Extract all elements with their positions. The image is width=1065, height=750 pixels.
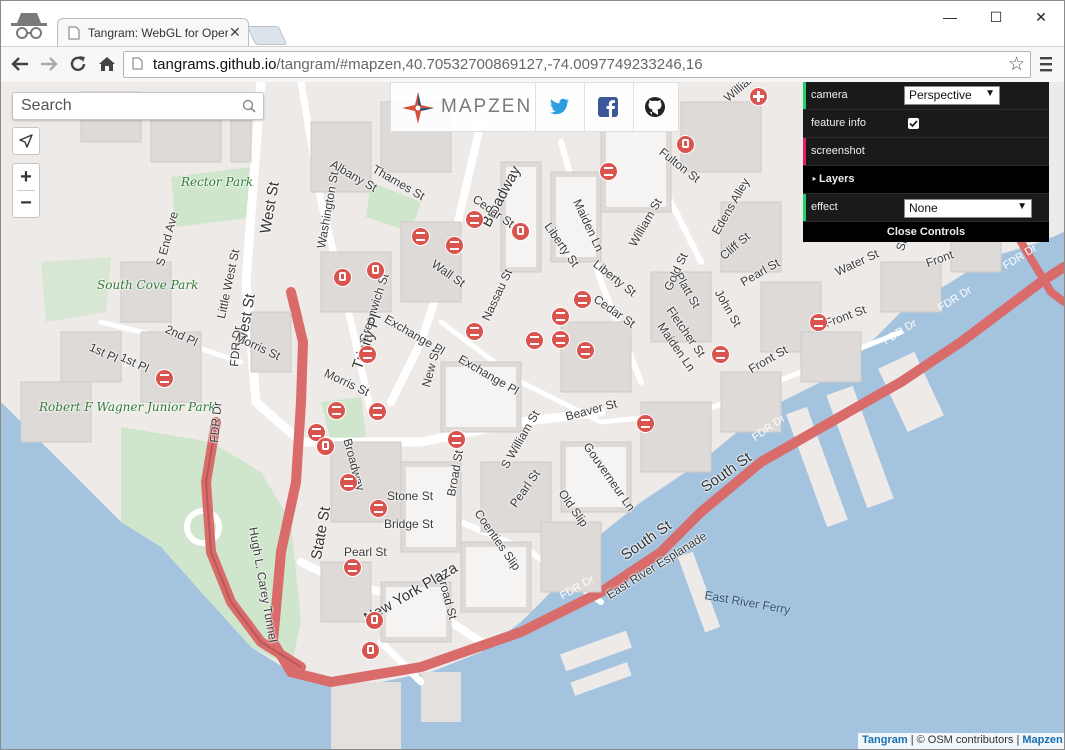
- museum-marker[interactable]: [369, 499, 388, 518]
- menu-icon[interactable]: [1039, 55, 1053, 73]
- browser-window: Tangram: WebGL for Oper ✕ — ☐ ✕ tangrams…: [0, 0, 1065, 750]
- title-bar: Tangram: WebGL for Oper ✕ — ☐ ✕: [1, 1, 1064, 47]
- subway-marker[interactable]: [361, 641, 380, 660]
- effect-row: effect None ▼: [803, 194, 1049, 222]
- museum-marker[interactable]: [711, 345, 730, 364]
- museum-marker[interactable]: [551, 330, 570, 349]
- new-tab-button[interactable]: [246, 26, 288, 45]
- camera-select[interactable]: Perspective ▼: [904, 86, 1000, 105]
- home-icon[interactable]: [95, 52, 119, 76]
- feature-info-label: feature info: [811, 117, 867, 129]
- location-arrow-icon: [19, 134, 33, 148]
- search-icon[interactable]: [242, 99, 256, 113]
- feature-info-row: feature info: [803, 110, 1049, 138]
- mapzen-logo-icon[interactable]: [400, 90, 436, 126]
- dropdown-arrow-icon: ▼: [1017, 201, 1027, 212]
- subway-marker[interactable]: [333, 268, 352, 287]
- museum-marker[interactable]: [155, 369, 174, 388]
- museum-marker[interactable]: [465, 210, 484, 229]
- label-rector-park: Rector Park: [181, 175, 254, 189]
- search-placeholder: Search: [21, 97, 72, 114]
- museum-marker[interactable]: [573, 290, 592, 309]
- close-window-button[interactable]: ✕: [1018, 5, 1064, 29]
- browser-toolbar: tangrams.github.io/tangram/#mapzen,40.70…: [1, 46, 1064, 83]
- layers-label: Layers: [819, 173, 855, 185]
- close-controls-button[interactable]: Close Controls: [803, 222, 1049, 242]
- museum-marker[interactable]: [445, 236, 464, 255]
- subway-marker[interactable]: [676, 135, 695, 154]
- museum-marker[interactable]: [339, 473, 358, 492]
- address-bar[interactable]: tangrams.github.io/tangram/#mapzen,40.70…: [123, 51, 1031, 78]
- label-south-cove-park: South Cove Park: [97, 278, 199, 292]
- header-divider: [535, 83, 536, 131]
- map-attribution: Tangram | © OSM contributors | Mapzen: [858, 733, 1064, 749]
- museum-marker[interactable]: [343, 558, 362, 577]
- tab-title: Tangram: WebGL for Oper: [88, 26, 228, 40]
- museum-marker[interactable]: [327, 401, 346, 420]
- tab-close-icon[interactable]: ✕: [229, 24, 241, 41]
- label-bridge-st: Bridge St: [384, 517, 434, 531]
- camera-row: camera Perspective ▼: [803, 82, 1049, 110]
- url-text[interactable]: tangrams.github.io/tangram/#mapzen,40.70…: [153, 56, 703, 73]
- museum-marker[interactable]: [368, 402, 387, 421]
- osm-credit: © OSM contributors: [916, 734, 1014, 746]
- mapzen-header: MAPZEN: [390, 82, 679, 132]
- label-stone-st: Stone St: [387, 489, 434, 503]
- back-arrow-icon[interactable]: [8, 52, 32, 76]
- mapzen-brand[interactable]: MAPZEN: [441, 96, 532, 118]
- effect-label: effect: [811, 201, 838, 213]
- reload-icon[interactable]: [66, 52, 90, 76]
- museum-marker[interactable]: [358, 345, 377, 364]
- page-icon: [132, 57, 143, 70]
- museum-marker[interactable]: [411, 227, 430, 246]
- subway-marker[interactable]: [365, 611, 384, 630]
- zoom-controls: + −: [12, 163, 40, 218]
- forward-arrow-icon[interactable]: [37, 52, 61, 76]
- maximize-button[interactable]: ☐: [973, 5, 1019, 29]
- museum-marker[interactable]: [447, 430, 466, 449]
- map-canvas[interactable]: Rector Park South Cove Park Robert F Wag…: [1, 82, 1064, 749]
- browser-tab[interactable]: Tangram: WebGL for Oper ✕: [57, 18, 249, 47]
- github-icon[interactable]: [643, 95, 667, 119]
- label-pearl-st-3: Pearl St: [344, 545, 387, 559]
- subway-marker[interactable]: [316, 437, 335, 456]
- effect-select[interactable]: None ▼: [904, 199, 1032, 218]
- museum-marker[interactable]: [465, 322, 484, 341]
- feature-info-checkbox[interactable]: [908, 118, 919, 129]
- layers-folder[interactable]: ‣ Layers: [803, 166, 1049, 194]
- label-wagner-park: Robert F Wagner Junior Park: [39, 400, 216, 414]
- controls-panel: camera Perspective ▼ feature info screen…: [803, 82, 1049, 242]
- locate-button[interactable]: [12, 127, 40, 155]
- mapzen-link[interactable]: Mapzen: [1022, 734, 1062, 746]
- minimize-button[interactable]: —: [927, 5, 973, 29]
- museum-marker[interactable]: [551, 307, 570, 326]
- hospital-marker[interactable]: [749, 87, 768, 106]
- camera-label: camera: [811, 89, 848, 101]
- museum-marker[interactable]: [576, 341, 595, 360]
- twitter-icon[interactable]: [547, 95, 571, 119]
- screenshot-row[interactable]: screenshot: [803, 138, 1049, 166]
- subway-marker[interactable]: [511, 222, 530, 241]
- search-input[interactable]: Search: [12, 92, 264, 120]
- screenshot-label: screenshot: [811, 145, 865, 157]
- bookmark-star-icon[interactable]: ☆: [1008, 53, 1025, 76]
- facebook-icon[interactable]: [596, 95, 620, 119]
- header-divider: [584, 83, 585, 131]
- header-divider: [633, 83, 634, 131]
- zoom-out-button[interactable]: −: [13, 190, 39, 216]
- museum-marker[interactable]: [636, 414, 655, 433]
- layers-caret-icon: ‣: [811, 174, 818, 186]
- document-icon: [68, 26, 80, 40]
- zoom-in-button[interactable]: +: [13, 164, 39, 190]
- dropdown-arrow-icon: ▼: [985, 88, 995, 99]
- subway-marker[interactable]: [366, 261, 385, 280]
- tangram-link[interactable]: Tangram: [862, 734, 908, 746]
- museum-marker[interactable]: [809, 313, 828, 332]
- museum-marker[interactable]: [525, 331, 544, 350]
- incognito-icon: [11, 13, 47, 39]
- museum-marker[interactable]: [599, 162, 618, 181]
